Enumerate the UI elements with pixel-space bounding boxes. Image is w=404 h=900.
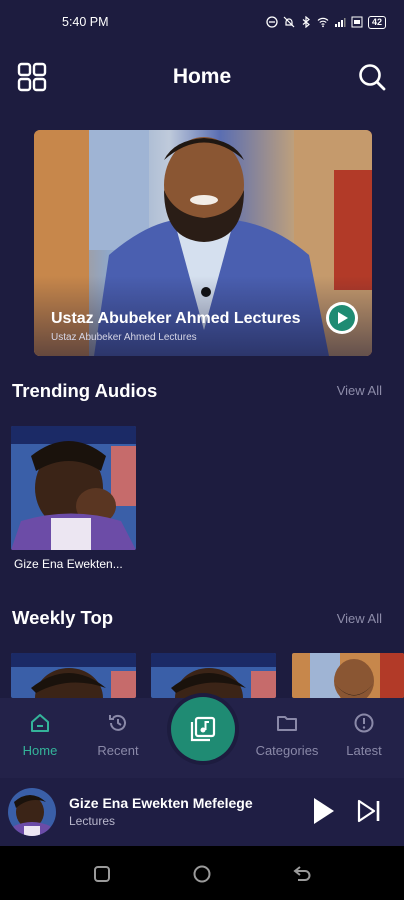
- nav-item-recent[interactable]: Recent: [78, 712, 158, 758]
- library-music-icon: [190, 716, 216, 742]
- grid-icon[interactable]: [16, 61, 48, 93]
- page-title: Home: [172, 65, 232, 88]
- mute-icon: [283, 16, 295, 28]
- weekly-item-thumbnail[interactable]: [151, 653, 276, 698]
- home-icon: [31, 714, 49, 732]
- nav-label-home: Home: [22, 743, 58, 758]
- home-button-icon[interactable]: [192, 864, 212, 884]
- weekly-item-image: [11, 653, 136, 698]
- weekly-item-thumbnail[interactable]: [11, 653, 136, 698]
- folder-icon: [277, 716, 297, 731]
- player-subtitle: Lectures: [69, 814, 116, 828]
- nav-item-categories[interactable]: Categories: [247, 712, 327, 758]
- play-icon[interactable]: [310, 796, 336, 826]
- system-navigation-bar: [0, 846, 404, 900]
- status-bar: 5:40 PM 42: [0, 0, 404, 44]
- weekly-item-image: [151, 653, 276, 698]
- nav-label-categories: Categories: [255, 743, 319, 758]
- nav-label-latest: Latest: [346, 743, 382, 758]
- trending-item-image: [11, 426, 136, 550]
- weekly-item-image: [292, 653, 404, 698]
- history-icon: [109, 714, 126, 731]
- trending-section-title: Trending Audios: [12, 380, 158, 401]
- battery-indicator: 42: [367, 15, 386, 29]
- featured-title: Ustaz Abubeker Ahmed Lectures: [51, 310, 301, 327]
- library-fab-button[interactable]: [171, 697, 235, 761]
- app-header: Home: [0, 52, 404, 102]
- bluetooth-icon: [302, 16, 310, 28]
- nav-item-latest[interactable]: Latest: [324, 712, 404, 758]
- wifi-icon: [317, 17, 329, 28]
- weekly-view-all-link[interactable]: View All: [337, 611, 382, 626]
- nav-item-home[interactable]: Home: [0, 712, 80, 758]
- trending-view-all-link[interactable]: View All: [337, 383, 382, 398]
- mini-player[interactable]: Gize Ena Ewekten Mefelege Lectures: [0, 778, 404, 846]
- back-icon[interactable]: [292, 864, 312, 884]
- status-icons: 42: [266, 15, 386, 29]
- recents-icon[interactable]: [92, 864, 112, 884]
- weekly-item-thumbnail[interactable]: [292, 653, 404, 698]
- info-icon: [354, 713, 374, 733]
- featured-subtitle: Ustaz Abubeker Ahmed Lectures: [51, 332, 197, 343]
- player-title: Gize Ena Ewekten Mefelege: [69, 795, 253, 811]
- featured-play-button[interactable]: [326, 302, 358, 334]
- signal-icon: [334, 18, 346, 27]
- play-icon: [338, 312, 348, 324]
- search-icon[interactable]: [356, 61, 388, 93]
- player-avatar: [8, 788, 56, 836]
- volte-icon: [351, 16, 363, 28]
- featured-card[interactable]: Ustaz Abubeker Ahmed Lectures Ustaz Abub…: [34, 130, 372, 356]
- trending-item-caption[interactable]: Gize Ena Ewekten...: [14, 557, 123, 571]
- nav-label-recent: Recent: [97, 743, 139, 758]
- dnd-icon: [266, 16, 278, 28]
- weekly-section-title: Weekly Top: [12, 607, 114, 628]
- status-time: 5:40 PM: [62, 15, 109, 29]
- trending-item-thumbnail[interactable]: [11, 426, 136, 550]
- skip-next-icon[interactable]: [356, 798, 382, 824]
